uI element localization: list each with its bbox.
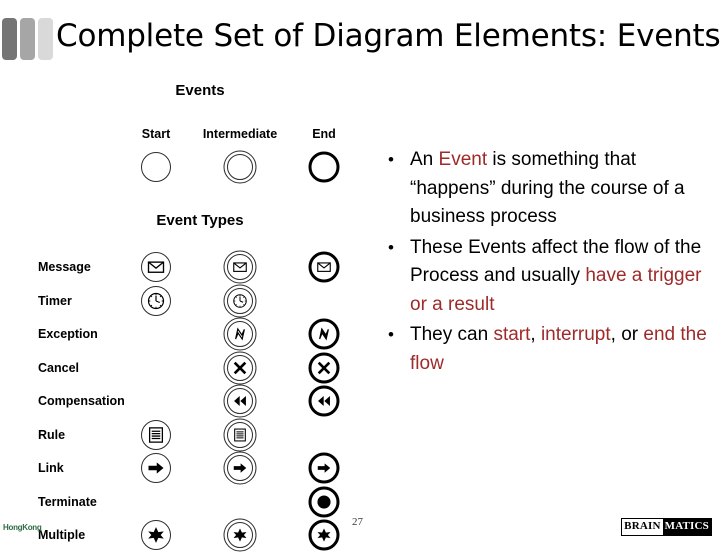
right-arrow-icon xyxy=(317,463,331,473)
bullet-marker-icon: • xyxy=(388,237,394,257)
double-circle-inner-icon xyxy=(227,154,253,180)
cancel-intermediate-event-icon xyxy=(223,351,257,385)
multiple-start-event-icon xyxy=(139,518,173,552)
brainmatics-logo: BRAIN MATICS xyxy=(621,518,712,536)
multiple-intermediate-event-icon xyxy=(223,518,257,552)
timer-intermediate-event-icon xyxy=(223,284,257,318)
end-event-shape xyxy=(307,150,341,184)
cancel-end-event-icon xyxy=(307,351,341,385)
timer-start-event-icon xyxy=(139,284,173,318)
bullet-item: • They can start, interrupt, or end the f… xyxy=(385,321,710,378)
rule-intermediate-event-icon xyxy=(223,418,257,452)
start-event-shape xyxy=(139,150,173,184)
message-start-event-icon xyxy=(139,250,173,284)
lightning-bolt-icon xyxy=(319,327,329,341)
message-end-event-icon xyxy=(307,250,341,284)
star-icon xyxy=(233,528,247,542)
bullet-list: • An Event is something that “happens” du… xyxy=(385,146,710,380)
slide-title-bar: Complete Set of Diagram Elements: Events xyxy=(0,12,720,60)
bullet-marker-icon: • xyxy=(388,150,394,169)
lightning-bolt-icon xyxy=(235,327,245,341)
clock-icon xyxy=(233,293,247,308)
rewind-icon xyxy=(234,396,246,406)
rewind-icon xyxy=(318,396,330,406)
bullet-text: These Events affect the flow of the Proc… xyxy=(410,234,710,320)
link-start-event-icon xyxy=(139,451,173,485)
thick-circle-icon xyxy=(308,151,340,183)
bullet-plain-text: An xyxy=(410,149,439,170)
x-cross-icon xyxy=(233,361,247,374)
right-arrow-icon xyxy=(148,462,164,474)
bullet-item: • These Events affect the flow of the Pro… xyxy=(385,234,710,320)
row-label-cancel: Cancel xyxy=(38,360,79,375)
brainmatics-logo-brain: BRAIN xyxy=(622,519,663,535)
intermediate-event-shape xyxy=(223,150,257,184)
bullet-plain-text: , xyxy=(530,324,541,345)
envelope-icon xyxy=(147,261,165,273)
page-title: Complete Set of Diagram Elements: Events xyxy=(56,18,720,54)
multiple-end-event-icon xyxy=(307,518,341,552)
star-icon xyxy=(148,527,164,543)
hongkong-watermark: HongKong xyxy=(3,523,42,532)
compensation-intermediate-event-icon xyxy=(223,384,257,418)
row-label-exception: Exception xyxy=(38,327,98,341)
rule-start-event-icon xyxy=(139,418,173,452)
x-cross-icon xyxy=(317,361,331,374)
row-label-compensation: Compensation xyxy=(38,394,125,408)
bullet-marker-icon: • xyxy=(388,325,394,344)
link-end-event-icon xyxy=(307,451,341,485)
thin-circle-icon xyxy=(141,152,171,182)
events-diagram: Events Start Intermediate End Event Type… xyxy=(0,82,360,552)
exception-intermediate-event-icon xyxy=(223,317,257,351)
bullet-text: They can start, interrupt, or end the fl… xyxy=(410,321,710,378)
event-types-heading: Event Types xyxy=(156,212,244,229)
bullet-highlight-text: interrupt xyxy=(540,324,611,345)
right-arrow-icon xyxy=(233,463,247,473)
envelope-icon xyxy=(317,262,331,272)
star-icon xyxy=(317,528,331,542)
clock-icon xyxy=(147,292,165,309)
events-heading: Events xyxy=(175,82,225,99)
brainmatics-logo-matics: MATICS xyxy=(662,519,711,535)
row-label-terminate: Terminate xyxy=(38,494,97,509)
title-accent-block-medium xyxy=(20,18,35,60)
page-number: 27 xyxy=(352,516,363,528)
bullet-plain-text: , or xyxy=(610,324,644,345)
document-lines-icon xyxy=(234,428,246,441)
compensation-end-event-icon xyxy=(307,384,341,418)
column-header-end: End xyxy=(312,127,336,141)
filled-circle-icon xyxy=(317,494,331,509)
bullet-highlight-text: Event xyxy=(438,149,488,170)
bullet-item: • An Event is something that “happens” du… xyxy=(385,146,710,232)
bullet-text: An Event is something that “happens” dur… xyxy=(410,146,710,232)
title-accent-block-light xyxy=(38,18,53,60)
message-intermediate-event-icon xyxy=(223,250,257,284)
document-lines-icon xyxy=(148,426,164,443)
exception-end-event-icon xyxy=(307,317,341,351)
bullet-highlight-text: start xyxy=(493,324,531,345)
bullet-plain-text: They can xyxy=(410,324,494,345)
envelope-icon xyxy=(233,262,247,272)
terminate-end-event-icon xyxy=(307,485,341,519)
title-accent-block-dark xyxy=(2,18,17,60)
link-intermediate-event-icon xyxy=(223,451,257,485)
